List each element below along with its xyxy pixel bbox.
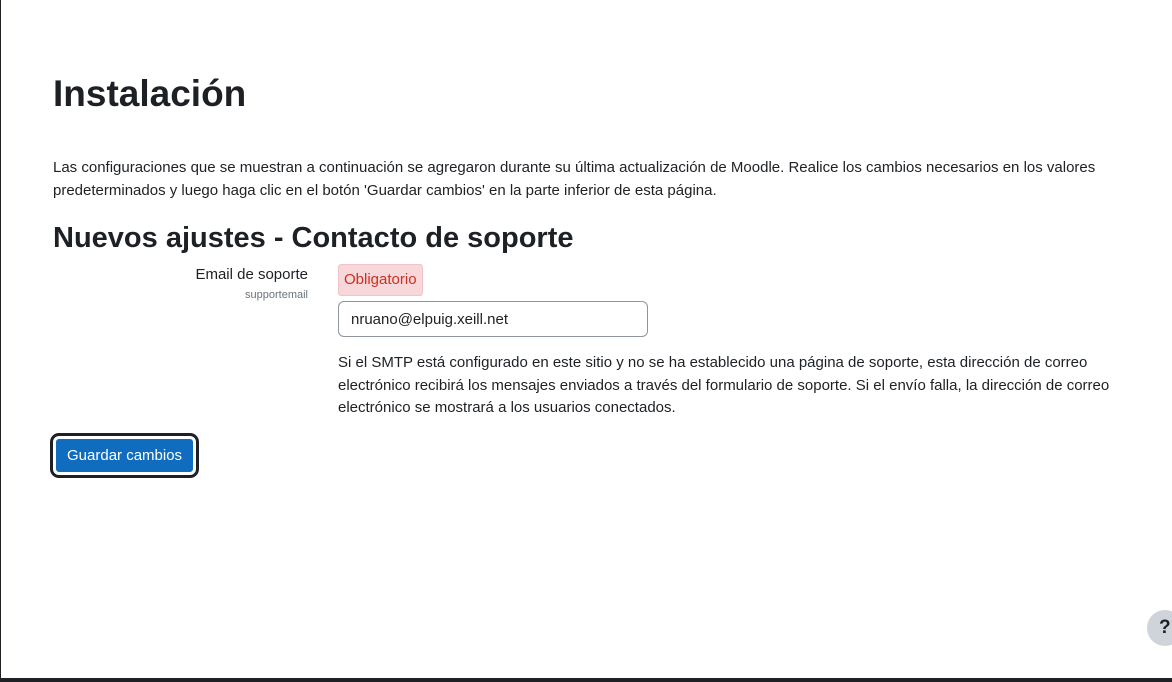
intro-text: Las configuraciones que se muestran a co…: [53, 159, 1096, 199]
page-title: Instalación: [53, 73, 247, 114]
question-mark-icon: ?: [1159, 617, 1171, 638]
section-title: Nuevos ajustes - Contacto de soporte: [53, 222, 574, 254]
required-badge: Obligatorio: [338, 264, 423, 296]
setting-description: Si el SMTP está configurado en este siti…: [338, 354, 1110, 416]
setting-label-text: Email de soporte: [195, 266, 308, 283]
support-email-input[interactable]: [338, 301, 648, 337]
setting-key: supportemail: [245, 289, 308, 301]
setting-label: Email de soporte supportemail: [53, 265, 308, 303]
save-changes-button[interactable]: Guardar cambios: [53, 436, 197, 475]
